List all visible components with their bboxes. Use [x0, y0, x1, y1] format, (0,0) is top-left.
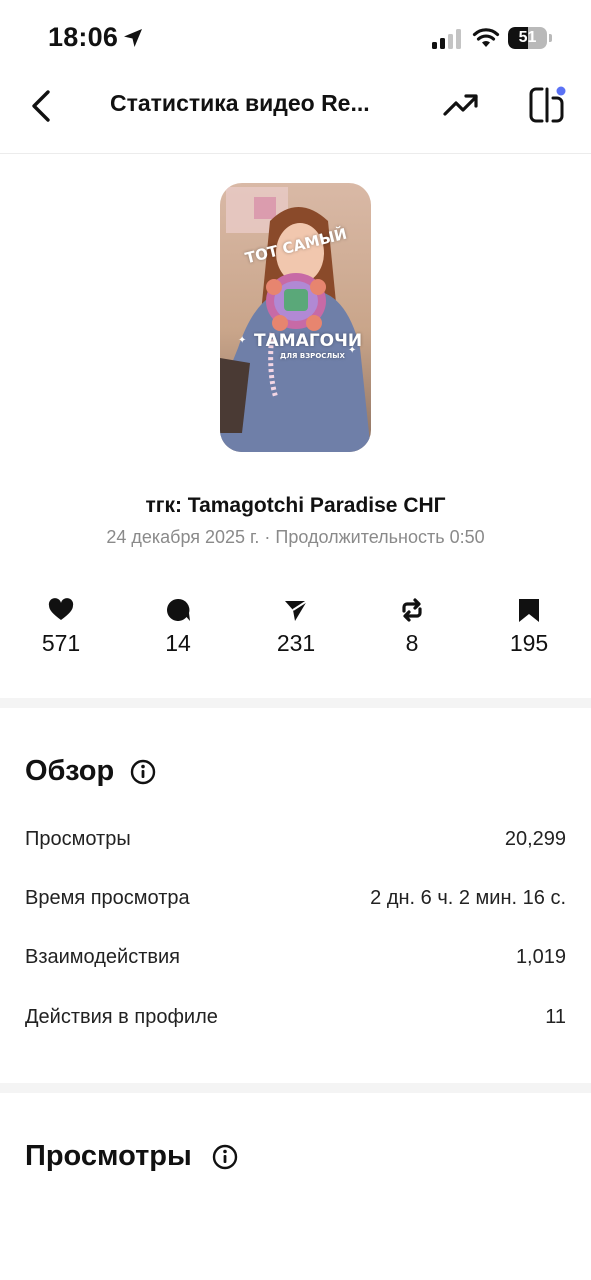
views-heading: Просмотры	[25, 1140, 192, 1172]
send-icon	[285, 600, 308, 621]
reposts-metric: 8	[372, 596, 452, 657]
status-time: 18:06	[48, 22, 119, 52]
overview-row-watch-time: Время просмотра 2 дн. 6 ч. 2 мин. 16 с.	[25, 887, 566, 917]
status-bar: 18:06 51	[0, 0, 591, 78]
section-divider	[0, 698, 591, 708]
thumbnail-caption-sub: ДЛЯ ВЗРОСЛЫХ	[280, 352, 345, 360]
battery-level: 51	[518, 29, 537, 46]
overview-row-interactions: Взаимодействия 1,019	[25, 946, 566, 976]
reposts-count: 8	[405, 630, 419, 656]
row-label: Просмотры	[25, 828, 131, 850]
heart-icon	[48, 598, 74, 620]
row-label: Действия в профиле	[25, 1006, 218, 1028]
nav-bar: Статистика видео Re...	[0, 78, 591, 154]
likes-metric: 571	[21, 596, 101, 657]
trending-up-icon[interactable]	[442, 88, 480, 122]
comments-count: 14	[165, 630, 191, 656]
overview-row-profile-actions: Действия в профиле 11	[25, 1006, 566, 1036]
comment-icon	[167, 598, 190, 621]
video-title: тгк: Tamagotchi Paradise СНГ	[145, 494, 446, 517]
video-thumbnail[interactable]: ✦ ✦ ТОТ САМЫЙ ТАМАГОЧИ ДЛЯ ВЗРОСЛЫХ	[220, 183, 371, 452]
saves-count: 195	[509, 630, 549, 656]
thumbnail-image: ✦ ✦	[220, 183, 371, 452]
cellular-signal-icon	[432, 29, 461, 49]
views-info-icon[interactable]	[212, 1144, 238, 1170]
thumbnail-caption-main: ТАМАГОЧИ	[254, 331, 363, 351]
overview-info-icon[interactable]	[130, 759, 156, 785]
row-value: 2 дн. 6 ч. 2 мин. 16 с.	[370, 887, 566, 909]
row-value: 11	[545, 1006, 566, 1028]
row-label: Взаимодействия	[25, 946, 180, 968]
notification-dot	[556, 86, 566, 96]
back-button[interactable]	[26, 86, 62, 126]
page-title: Статистика видео Re...	[110, 90, 370, 116]
row-value: 1,019	[515, 946, 566, 968]
row-label: Время просмотра	[25, 887, 190, 909]
comments-metric: 14	[138, 596, 218, 657]
overview-heading: Обзор	[25, 755, 115, 787]
shares-count: 231	[276, 630, 316, 656]
location-arrow-icon	[124, 29, 142, 47]
saves-metric: 195	[489, 596, 569, 657]
wifi-icon	[472, 28, 500, 47]
likes-count: 571	[41, 630, 81, 656]
overview-row-views: Просмотры 20,299	[25, 828, 566, 858]
repost-icon	[402, 598, 422, 622]
svg-text:✦: ✦	[238, 335, 246, 346]
engagement-metrics: 571 14 231 8 195	[0, 596, 591, 666]
compare-icon[interactable]	[526, 84, 568, 126]
section-divider	[0, 1083, 591, 1093]
battery-icon: 51	[508, 27, 552, 49]
row-value: 20,299	[504, 828, 566, 850]
bookmark-icon	[519, 599, 539, 622]
shares-metric: 231	[256, 596, 336, 657]
video-meta: 24 декабря 2025 г. · Продолжительность 0…	[106, 527, 485, 547]
